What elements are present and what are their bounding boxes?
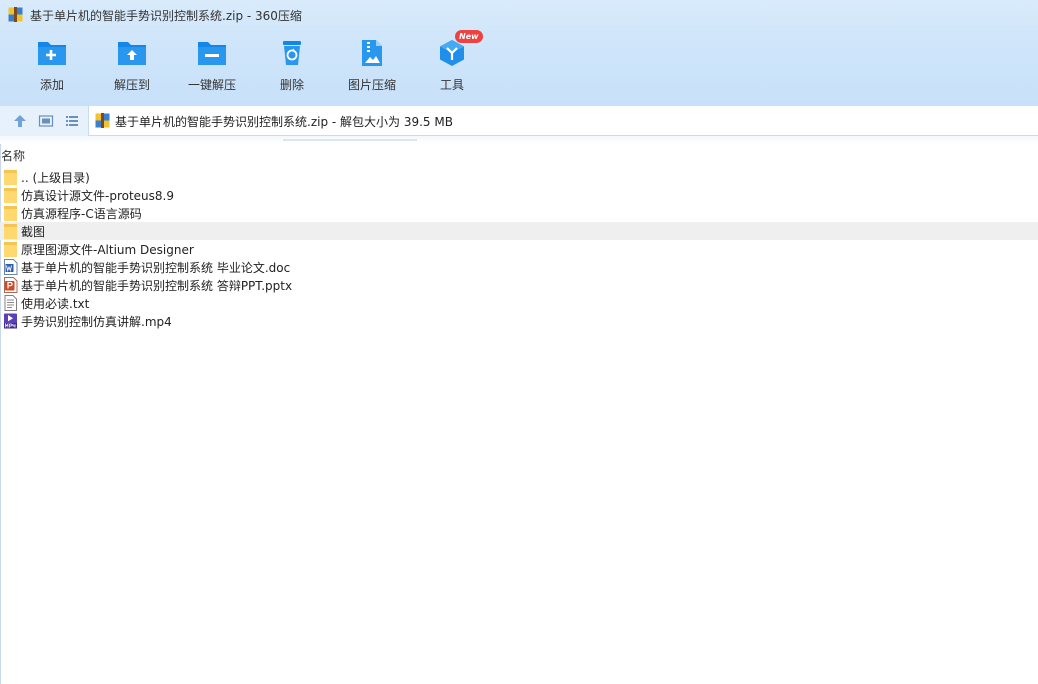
title-bar: 基于单片机的智能手势识别控制系统.zip - 360压缩	[0, 0, 1038, 30]
delete-label: 删除	[279, 78, 304, 92]
address-bar[interactable]: 基于单片机的智能手势识别控制系统.zip - 解包大小为 39.5 MB	[88, 106, 1038, 136]
powerpoint-icon	[4, 277, 18, 293]
file-name: 仿真源程序-C语言源码	[21, 207, 142, 221]
extract-to-label: 解压到	[113, 78, 150, 92]
file-name: 原理图源文件-Altium Designer	[21, 243, 194, 257]
folder-extract-icon	[118, 42, 146, 65]
one-click-extract-button[interactable]: 一键解压	[172, 36, 252, 96]
list-item[interactable]: 原理图源文件-Altium Designer	[0, 240, 1038, 258]
delete-button[interactable]: 删除	[252, 36, 332, 96]
list-item[interactable]: 使用必读.txt	[0, 294, 1038, 312]
folder-add-icon	[38, 42, 66, 65]
panel-divider	[0, 136, 1038, 144]
text-file-icon	[4, 295, 17, 311]
archive-file-icon	[95, 113, 110, 128]
folder-icon	[4, 188, 17, 203]
address-row: 基于单片机的智能手势识别控制系统.zip - 解包大小为 39.5 MB	[0, 106, 1038, 136]
file-name: .. (上级目录)	[21, 171, 90, 185]
list-item[interactable]: 基于单片机的智能手势识别控制系统 答辩PPT.pptx	[0, 276, 1038, 294]
file-name: 手势识别控制仿真讲解.mp4	[21, 315, 172, 329]
archive-window: 基于单片机的智能手势识别控制系统.zip - 360压缩 添加 解压到 一键解压…	[0, 0, 1038, 684]
file-name: 基于单片机的智能手势识别控制系统 答辩PPT.pptx	[21, 279, 293, 293]
add-label: 添加	[39, 78, 64, 92]
file-name: 仿真设计源文件-proteus8.9	[21, 189, 174, 203]
list-item[interactable]: 基于单片机的智能手势识别控制系统 毕业论文.doc	[0, 258, 1038, 276]
folder-minus-icon	[198, 42, 226, 65]
video-file-icon	[4, 313, 17, 329]
address-text: 基于单片机的智能手势识别控制系统.zip - 解包大小为 39.5 MB	[115, 115, 453, 129]
list-view-icon[interactable]	[64, 113, 80, 129]
list-item-parent-dir[interactable]: .. (上级目录)	[0, 168, 1038, 186]
list-item[interactable]: 仿真设计源文件-proteus8.9	[0, 186, 1038, 204]
file-list: .. (上级目录) 仿真设计源文件-proteus8.9 仿真源程序-C语言源码…	[0, 168, 1038, 330]
trash-icon	[283, 41, 301, 65]
up-arrow-icon[interactable]	[12, 113, 28, 129]
folder-icon	[4, 224, 17, 239]
column-header-label: 名称	[1, 149, 26, 163]
archive-app-icon	[8, 7, 23, 22]
thumbnail-view-icon[interactable]	[38, 113, 54, 129]
new-badge: New	[455, 30, 483, 43]
folder-icon	[4, 206, 17, 221]
image-compress-label: 图片压缩	[347, 78, 396, 92]
list-item[interactable]: 仿真源程序-C语言源码	[0, 204, 1038, 222]
file-name: 基于单片机的智能手势识别控制系统 毕业论文.doc	[21, 261, 291, 275]
image-compress-button[interactable]: 图片压缩	[332, 36, 412, 96]
tools-button[interactable]: 工具	[412, 36, 492, 96]
extract-to-button[interactable]: 解压到	[92, 36, 172, 96]
add-button[interactable]: 添加	[12, 36, 92, 96]
list-item[interactable]: 手势识别控制仿真讲解.mp4	[0, 312, 1038, 330]
folder-icon	[4, 242, 17, 257]
top-bar: 基于单片机的智能手势识别控制系统.zip - 360压缩 添加 解压到 一键解压…	[0, 0, 1038, 106]
splitter-grip[interactable]	[283, 139, 417, 141]
column-header-name[interactable]: 名称	[0, 146, 1038, 164]
file-name: 截图	[21, 225, 46, 239]
one-click-extract-label: 一键解压	[187, 78, 236, 92]
toolbar: 添加 解压到 一键解压 删除 图片压缩 工具	[0, 36, 600, 98]
folder-icon	[4, 170, 17, 185]
list-item-selected[interactable]: 截图	[0, 222, 1038, 240]
window-title: 基于单片机的智能手势识别控制系统.zip - 360压缩	[30, 9, 302, 23]
file-name: 使用必读.txt	[21, 297, 90, 311]
word-doc-icon	[4, 259, 18, 275]
image-compress-icon	[362, 40, 382, 66]
tools-label: 工具	[439, 78, 464, 92]
